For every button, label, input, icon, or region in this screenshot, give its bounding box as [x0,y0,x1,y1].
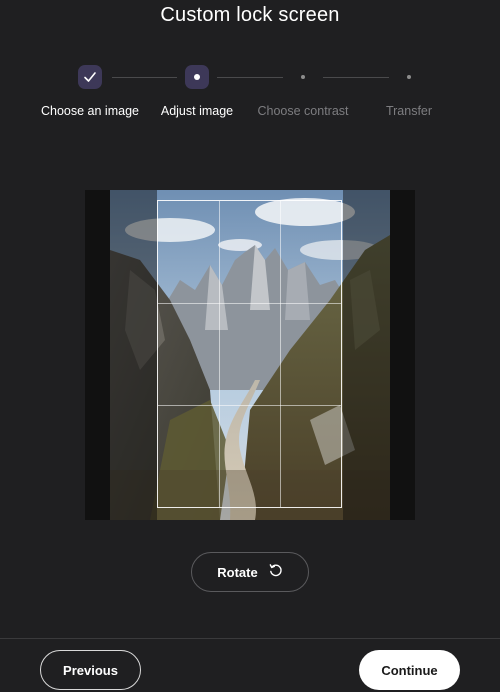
pending-step-dot [291,65,315,89]
image-crop-area[interactable] [85,190,415,520]
check-icon [78,65,102,89]
crop-grid-line [158,302,341,304]
crop-shade-left [110,190,157,520]
step-connector [217,77,283,78]
current-step-indicator [185,65,209,89]
rotate-label: Rotate [217,564,258,580]
step-label: Transfer [385,104,433,118]
page-title: Custom lock screen [160,4,340,26]
crop-grid-line [218,201,220,507]
step-connector [112,77,177,78]
continue-button[interactable]: Continue [359,650,460,690]
crop-grid-line [158,404,341,406]
pending-step-dot [397,65,421,89]
progress-stepper: Choose an image Adjust image Choose cont… [0,65,500,125]
crop-shade-right [343,190,390,520]
step-connector [323,77,389,78]
rotate-button[interactable]: Rotate [191,552,309,592]
rotate-ccw-icon [268,563,283,581]
footer-bar: Previous Continue [0,638,500,692]
previous-button[interactable]: Previous [40,650,141,690]
crop-grid-line [279,201,281,507]
crop-selection-box[interactable] [157,200,342,508]
